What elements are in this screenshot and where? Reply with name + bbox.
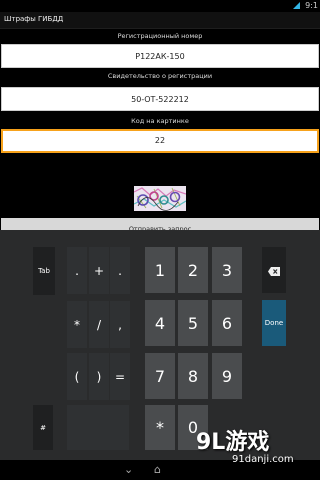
- signal-icon: [293, 2, 300, 9]
- key-4[interactable]: 4: [145, 300, 175, 346]
- watermark-logo: 9L游戏: [196, 430, 270, 455]
- captcha-code-field[interactable]: 22: [1, 129, 319, 153]
- key-8[interactable]: 8: [178, 353, 208, 399]
- star-key-2[interactable]: *: [145, 405, 175, 450]
- key-7[interactable]: 7: [145, 353, 175, 399]
- backspace-icon: [268, 261, 280, 280]
- dot-key-2[interactable]: .: [110, 247, 130, 294]
- status-time: 9:1: [305, 1, 318, 10]
- comma-key[interactable]: ,: [110, 301, 130, 348]
- dot-key[interactable]: .: [67, 247, 87, 294]
- space-key[interactable]: [67, 405, 129, 450]
- cert-field[interactable]: 50-ОТ-522212: [1, 87, 319, 111]
- key-9[interactable]: 9: [212, 353, 242, 399]
- key-3[interactable]: 3: [212, 247, 242, 293]
- app-title: Штрафы ГИБДД: [4, 15, 64, 23]
- key-6[interactable]: 6: [212, 300, 242, 346]
- star-key[interactable]: *: [67, 301, 87, 348]
- app-title-bar: Штрафы ГИБДД: [0, 12, 320, 29]
- equals-key[interactable]: =: [110, 353, 130, 400]
- key-2[interactable]: 2: [178, 247, 208, 293]
- watermark: 9L游戏 91danji.com: [196, 424, 314, 474]
- right-paren-key[interactable]: ): [89, 353, 109, 400]
- left-paren-key[interactable]: (: [67, 353, 87, 400]
- backspace-key[interactable]: [262, 247, 286, 293]
- fines-form: Регистрационный номер Р122АК-150 Свидете…: [0, 29, 320, 241]
- tab-key[interactable]: Tab: [33, 247, 55, 295]
- code-label: Код на картинке: [131, 117, 189, 125]
- watermark-url: 91danji.com: [232, 454, 294, 465]
- hash-key[interactable]: #: [33, 405, 53, 450]
- status-bar: 9:1: [0, 0, 320, 12]
- captcha-image: [134, 186, 186, 211]
- plus-key[interactable]: +: [89, 247, 109, 294]
- back-icon[interactable]: ⌄: [124, 463, 133, 476]
- reg-number-label: Регистрационный номер: [117, 32, 203, 40]
- key-1[interactable]: 1: [145, 247, 175, 293]
- home-icon[interactable]: ⌂: [154, 463, 161, 476]
- reg-number-field[interactable]: Р122АК-150: [1, 44, 319, 68]
- key-5[interactable]: 5: [178, 300, 208, 346]
- slash-key[interactable]: /: [89, 301, 109, 348]
- cert-label: Свидетельство о регистрации: [107, 72, 213, 80]
- done-key[interactable]: Done: [262, 300, 286, 346]
